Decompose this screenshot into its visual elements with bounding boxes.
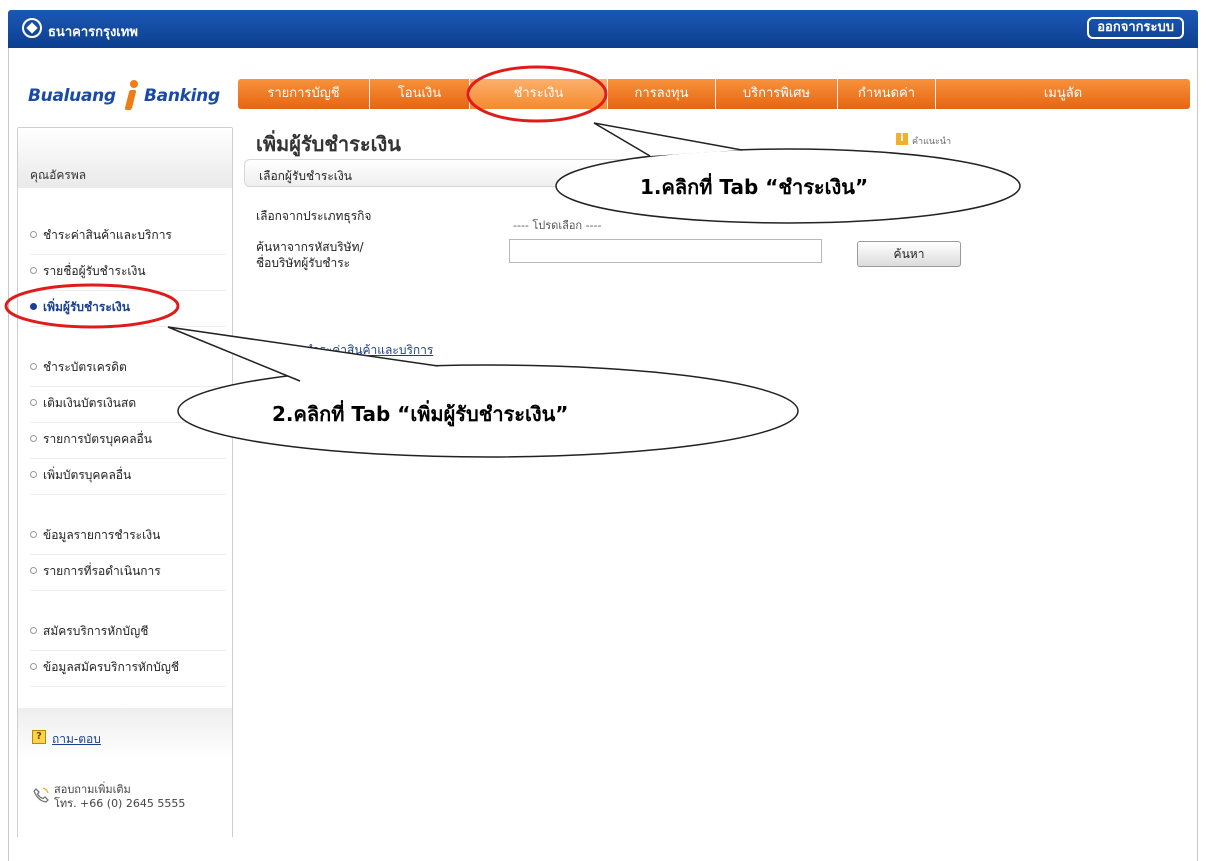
callout-text-1: 1.คลิกที่ Tab “ชำระเงิน”	[640, 175, 869, 199]
callout-pointer-1	[593, 122, 743, 157]
callout-text-2: 2.คลิกที่ Tab “เพิ่มผู้รับชำระเงิน”	[272, 402, 569, 426]
annotation-overlay	[4, 65, 1056, 458]
highlight-payment-tab	[466, 65, 608, 123]
highlight-add-payee	[4, 283, 180, 329]
